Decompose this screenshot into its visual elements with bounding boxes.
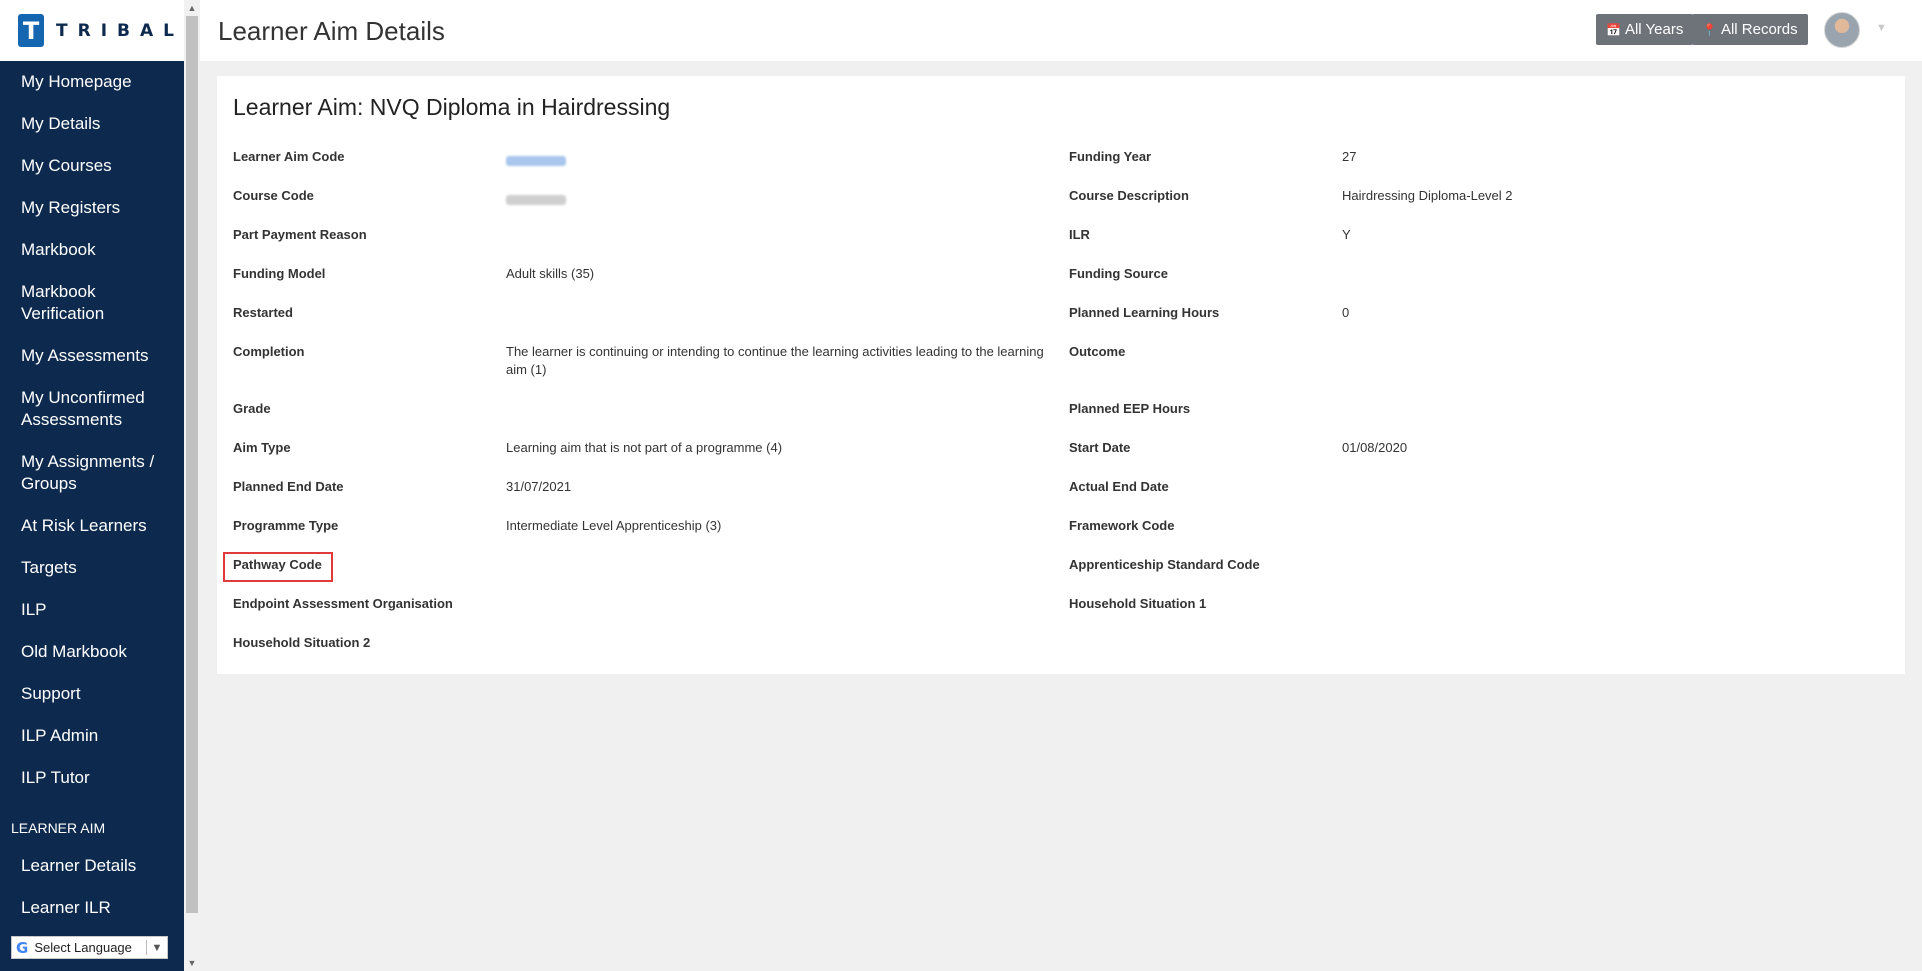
page-header: Learner Aim Details 📅 All Years 📍 All Re… xyxy=(200,0,1922,61)
sidebar-item-support[interactable]: Support xyxy=(21,683,181,705)
map-pin-icon: 📍 xyxy=(1702,22,1717,37)
field-value: Intermediate Level Apprenticeship (3) xyxy=(506,518,722,533)
field-label: Programme Type xyxy=(233,518,339,533)
logo-text: TRIBAL xyxy=(56,20,184,41)
scroll-thumb[interactable] xyxy=(186,16,198,913)
sidebar-item-my-assignments-groups[interactable]: My Assignments / Groups xyxy=(21,451,171,495)
field-label: Actual End Date xyxy=(1069,479,1169,494)
sidebar-item-ilp-tutor[interactable]: ILP Tutor xyxy=(21,767,181,789)
sidebar-item-at-risk-learners[interactable]: At Risk Learners xyxy=(21,515,181,537)
sidebar-item-my-courses[interactable]: My Courses xyxy=(21,155,181,177)
field-label: Endpoint Assessment Organisation xyxy=(233,596,453,611)
field-value: 0 xyxy=(1342,305,1350,320)
sidebar-section-title: LEARNER AIM xyxy=(11,820,106,836)
field-value: Y xyxy=(1342,227,1351,242)
sidebar-item-markbook[interactable]: Markbook xyxy=(21,239,181,261)
field-label: Completion xyxy=(233,344,305,359)
sidebar: T TRIBAL My Homepage My Details My Cours… xyxy=(0,0,184,971)
sidebar-item-my-unconfirmed-assessments[interactable]: My Unconfirmed Assessments xyxy=(21,387,171,431)
field-label: Planned End Date xyxy=(233,479,344,494)
google-icon: G xyxy=(16,938,29,957)
field-label: Funding Model xyxy=(233,266,326,281)
page-title: Learner Aim Details xyxy=(218,16,445,46)
field-value: Hairdressing Diploma-Level 2 xyxy=(1342,188,1513,203)
language-selector-label: Select Language xyxy=(34,940,132,955)
calendar-icon: 📅 xyxy=(1606,22,1621,37)
all-records-button[interactable]: 📍 All Records xyxy=(1692,14,1808,45)
field-label: Apprenticeship Standard Code xyxy=(1069,557,1260,572)
scroll-up-icon[interactable]: ▲ xyxy=(184,0,200,16)
field-label: Household Situation 1 xyxy=(1069,596,1207,611)
field-label: Planned Learning Hours xyxy=(1069,305,1220,320)
scroll-down-icon[interactable]: ▼ xyxy=(184,955,200,971)
sidebar-item-my-homepage[interactable]: My Homepage xyxy=(21,71,181,93)
field-value: Learning aim that is not part of a progr… xyxy=(506,440,783,455)
field-value: The learner is continuing or intending t… xyxy=(506,344,1044,377)
sidebar-item-ilp-admin[interactable]: ILP Admin xyxy=(21,725,181,747)
field-label: Start Date xyxy=(1069,440,1131,455)
field-value: Adult skills (35) xyxy=(506,266,595,281)
redacted-value xyxy=(506,195,566,205)
field-label: Framework Code xyxy=(1069,518,1175,533)
field-label: Planned EEP Hours xyxy=(1069,401,1191,416)
field-label: Household Situation 2 xyxy=(233,635,371,650)
field-value: 31/07/2021 xyxy=(506,479,572,494)
sidebar-item-my-details[interactable]: My Details xyxy=(21,113,181,135)
field-value: 01/08/2020 xyxy=(1342,440,1408,455)
sidebar-item-my-assessments[interactable]: My Assessments xyxy=(21,345,181,367)
field-label: Part Payment Reason xyxy=(233,227,367,242)
logo[interactable]: T TRIBAL xyxy=(0,0,184,61)
sidebar-item-my-registers[interactable]: My Registers xyxy=(21,197,181,219)
sidebar-item-learner-ilr[interactable]: Learner ILR xyxy=(21,897,181,919)
all-records-label: All Records xyxy=(1720,21,1798,38)
field-label: Aim Type xyxy=(233,440,291,455)
field-label: Learner Aim Code xyxy=(233,149,345,164)
avatar[interactable] xyxy=(1824,12,1860,48)
all-years-button[interactable]: 📅 All Years xyxy=(1596,14,1694,45)
chevron-down-icon[interactable]: ▼ xyxy=(1876,22,1887,34)
sidebar-item-markbook-verification[interactable]: Markbook Verification xyxy=(21,281,131,325)
language-selector[interactable]: G Select Language ▼ xyxy=(11,936,168,959)
sidebar-item-targets[interactable]: Targets xyxy=(21,557,181,579)
sidebar-item-ilp[interactable]: ILP xyxy=(21,599,181,621)
learner-aim-card: Learner Aim: NVQ Diploma in Hairdressing… xyxy=(217,76,1905,674)
field-label: Funding Source xyxy=(1069,266,1168,281)
field-label: Funding Year xyxy=(1069,149,1152,164)
field-label: ILR xyxy=(1069,227,1090,242)
field-label: Restarted xyxy=(233,305,293,320)
highlight-box xyxy=(223,552,333,582)
chevron-down-icon: ▼ xyxy=(151,941,163,954)
redacted-value xyxy=(506,156,566,166)
card-title: Learner Aim: NVQ Diploma in Hairdressing xyxy=(233,94,671,120)
field-label: Course Description xyxy=(1069,188,1189,203)
sidebar-item-learner-details[interactable]: Learner Details xyxy=(21,855,181,877)
field-value: 27 xyxy=(1342,149,1357,164)
field-label: Outcome xyxy=(1069,344,1126,359)
all-years-label: All Years xyxy=(1624,21,1684,38)
field-label: Course Code xyxy=(233,188,314,203)
logo-mark-icon: T xyxy=(18,14,45,47)
sidebar-scrollbar[interactable]: ▲ ▼ xyxy=(184,0,200,971)
sidebar-item-old-markbook[interactable]: Old Markbook xyxy=(21,641,181,663)
field-label: Grade xyxy=(233,401,271,416)
